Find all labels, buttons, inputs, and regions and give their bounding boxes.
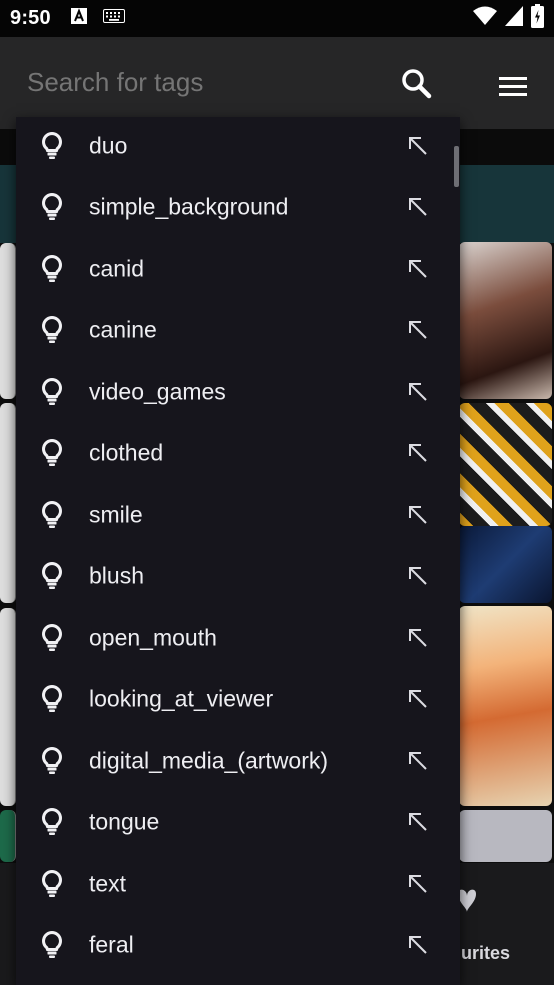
suggestion-row[interactable]: canine <box>16 300 460 362</box>
suggestion-label: digital_media_(artwork) <box>89 747 329 774</box>
arrow-up-left-icon[interactable] <box>407 319 429 341</box>
lightbulb-icon <box>40 746 64 776</box>
suggestion-label: canid <box>89 255 144 282</box>
lightbulb-icon <box>40 131 64 161</box>
status-time: 9:50 <box>10 7 51 29</box>
lightbulb-icon <box>40 377 64 407</box>
post-thumbnail[interactable] <box>459 242 552 399</box>
suggestion-row[interactable]: smile <box>16 484 460 546</box>
post-thumbnail[interactable] <box>0 243 16 399</box>
suggestion-row[interactable]: blush <box>16 546 460 608</box>
arrow-up-left-icon[interactable] <box>407 811 429 833</box>
suggestion-row[interactable]: looking_at_viewer <box>16 669 460 731</box>
suggestion-row[interactable]: duo <box>16 117 460 177</box>
lightbulb-icon <box>40 869 64 899</box>
arrow-up-left-icon[interactable] <box>407 381 429 403</box>
lightbulb-icon <box>40 254 64 284</box>
suggestion-label: canine <box>89 316 157 343</box>
arrow-up-left-icon[interactable] <box>407 258 429 280</box>
arrow-up-left-icon[interactable] <box>407 565 429 587</box>
suggestion-label: blush <box>89 562 144 589</box>
favourites-tab-label[interactable]: urites <box>461 943 510 964</box>
arrow-up-left-icon[interactable] <box>407 873 429 895</box>
suggestion-label: duo <box>89 132 128 159</box>
arrow-up-left-icon[interactable] <box>407 442 429 464</box>
battery-icon <box>531 4 544 33</box>
suggestion-label: feral <box>89 931 134 958</box>
search-icon[interactable] <box>400 67 434 101</box>
post-thumbnail[interactable] <box>459 526 552 603</box>
search-input[interactable] <box>27 66 387 98</box>
post-thumbnail[interactable] <box>0 810 16 862</box>
lightbulb-icon <box>40 500 64 530</box>
post-thumbnail[interactable] <box>0 403 16 603</box>
arrow-up-left-icon[interactable] <box>407 750 429 772</box>
suggestion-row[interactable]: tongue <box>16 792 460 854</box>
arrow-up-left-icon[interactable] <box>407 934 429 956</box>
post-thumbnail[interactable] <box>0 608 16 806</box>
lightbulb-icon <box>40 561 64 591</box>
suggestion-row[interactable]: video_games <box>16 361 460 423</box>
app-bar <box>0 37 554 129</box>
status-right-icons <box>473 4 544 33</box>
suggestion-label: smile <box>89 501 143 528</box>
suggestion-label: simple_background <box>89 193 289 220</box>
suggestion-row[interactable]: canid <box>16 238 460 300</box>
suggestion-row[interactable]: clothed <box>16 423 460 485</box>
arrow-up-left-icon[interactable] <box>407 688 429 710</box>
arrow-up-left-icon[interactable] <box>407 627 429 649</box>
suggestion-row[interactable]: simple_background <box>16 177 460 239</box>
tag-suggestions-dropdown: duo simple_backgroundcanid canine video_gam… <box>16 117 460 985</box>
lightbulb-icon <box>40 623 64 653</box>
status-left-icons <box>70 8 125 29</box>
lightbulb-icon <box>40 438 64 468</box>
suggestion-row[interactable]: text <box>16 853 460 915</box>
suggestion-label: looking_at_viewer <box>89 685 274 712</box>
suggestion-label: tongue <box>89 808 160 835</box>
suggestion-row[interactable]: open_mouth <box>16 607 460 669</box>
hamburger-menu-icon[interactable] <box>497 73 529 101</box>
lightbulb-icon <box>40 930 64 960</box>
lightbulb-icon <box>40 315 64 345</box>
suggestion-label: text <box>89 870 127 897</box>
suggestion-label: video_games <box>89 378 226 405</box>
keyboard-icon <box>102 9 125 28</box>
suggestion-label: clothed <box>89 439 164 466</box>
arrow-up-left-icon[interactable] <box>407 135 429 157</box>
suggestion-row[interactable]: digital_media_(artwork) <box>16 730 460 792</box>
wifi-icon <box>473 6 497 31</box>
signal-icon <box>505 6 523 31</box>
lightbulb-icon <box>40 684 64 714</box>
post-thumbnail[interactable] <box>459 606 552 806</box>
lightbulb-icon <box>40 807 64 837</box>
suggestion-label: open_mouth <box>89 624 217 651</box>
text-a-icon <box>70 8 87 29</box>
lightbulb-icon <box>40 192 64 222</box>
arrow-up-left-icon[interactable] <box>407 196 429 218</box>
arrow-up-left-icon[interactable] <box>407 504 429 526</box>
status-bar: 9:50 <box>0 0 554 37</box>
suggestion-row[interactable]: feral <box>16 915 460 977</box>
post-thumbnail[interactable] <box>459 810 552 862</box>
post-thumbnail[interactable] <box>459 403 552 526</box>
